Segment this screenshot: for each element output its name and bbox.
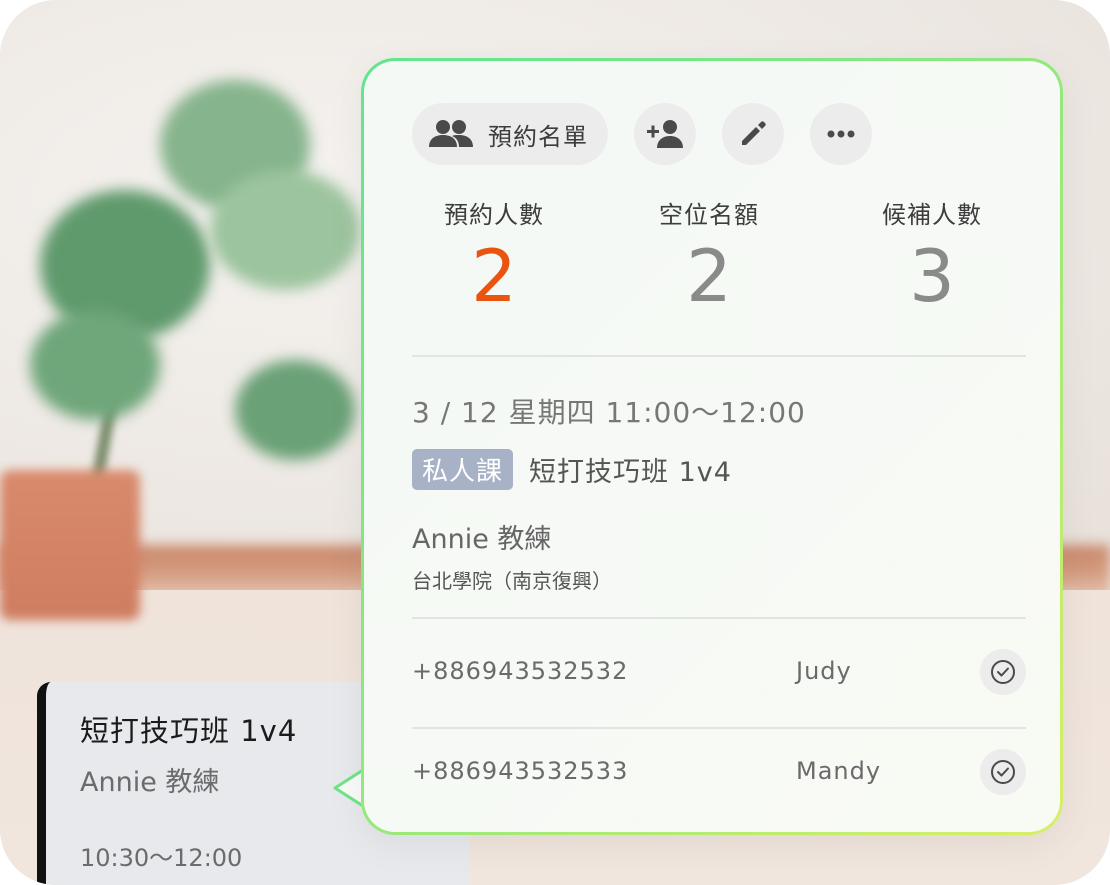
plant-leaf: [30, 310, 160, 420]
session-class-line: 私人課 短打技巧班 1v4: [412, 449, 732, 490]
attendee-name: Judy: [796, 657, 852, 685]
booking-stats: 預約人數 2 空位名額 2 候補人數 3: [412, 195, 1026, 325]
class-name: 短打技巧班 1v4: [529, 457, 732, 488]
event-time: 10:30～12:00: [80, 844, 243, 872]
add-person-button[interactable]: [634, 103, 696, 165]
check-in-button[interactable]: [980, 749, 1026, 795]
booking-list-button[interactable]: 預約名單: [412, 103, 608, 165]
attendee-phone: +886943532533: [412, 757, 629, 785]
divider: [412, 617, 1026, 619]
session-date-time: 3 / 12 星期四 11:00～12:00: [412, 396, 806, 429]
stat-available-label: 空位名額: [659, 201, 759, 229]
attendee-name: Mandy: [796, 757, 882, 785]
add-person-icon: [647, 120, 683, 148]
plant-leaf: [235, 360, 355, 460]
stat-waitlist-value: 3: [909, 234, 955, 318]
more-options-button[interactable]: [810, 103, 872, 165]
booking-details-popover: 預約名單 預約人數 2 空位名額 2 候補人數 3 3 / 12 星期四 11:…: [361, 58, 1063, 835]
plant-pot: [0, 470, 140, 620]
pencil-icon: [742, 121, 766, 145]
stat-booked-label: 預約人數: [444, 201, 544, 229]
divider: [412, 727, 1026, 729]
check-in-button[interactable]: [980, 649, 1026, 695]
stat-waitlist: 候補人數 3: [832, 195, 1032, 312]
session-coach: Annie 教練: [412, 524, 552, 555]
edit-button[interactable]: [722, 103, 784, 165]
check-circle-icon: [991, 660, 1015, 684]
more-icon: [827, 130, 855, 138]
stat-booked-value: 2: [471, 234, 517, 318]
stat-waitlist-label: 候補人數: [882, 201, 982, 229]
stat-available: 空位名額 2: [609, 195, 809, 312]
event-title: 短打技巧班 1v4: [80, 714, 298, 748]
people-icon: [429, 120, 473, 147]
event-coach: Annie 教練: [80, 767, 220, 798]
booking-list-label: 預約名單: [488, 122, 588, 151]
plant-leaf: [210, 170, 360, 290]
divider: [412, 355, 1026, 357]
session-location: 台北學院（南京復興）: [412, 569, 612, 593]
class-type-tag: 私人課: [412, 449, 514, 490]
check-circle-icon: [991, 760, 1015, 784]
app-frame: 短打技巧班 1v4 Annie 教練 10:30～12:00 預約名單 預約人數…: [0, 0, 1110, 885]
attendee-phone: +886943532532: [412, 657, 629, 685]
attendee-row[interactable]: +886943532533 Mandy: [412, 749, 1026, 795]
stat-available-value: 2: [686, 234, 732, 318]
popover-toolbar: 預約名單: [412, 103, 872, 165]
attendee-row[interactable]: +886943532532 Judy: [412, 649, 1026, 695]
stat-booked: 預約人數 2: [394, 195, 594, 312]
